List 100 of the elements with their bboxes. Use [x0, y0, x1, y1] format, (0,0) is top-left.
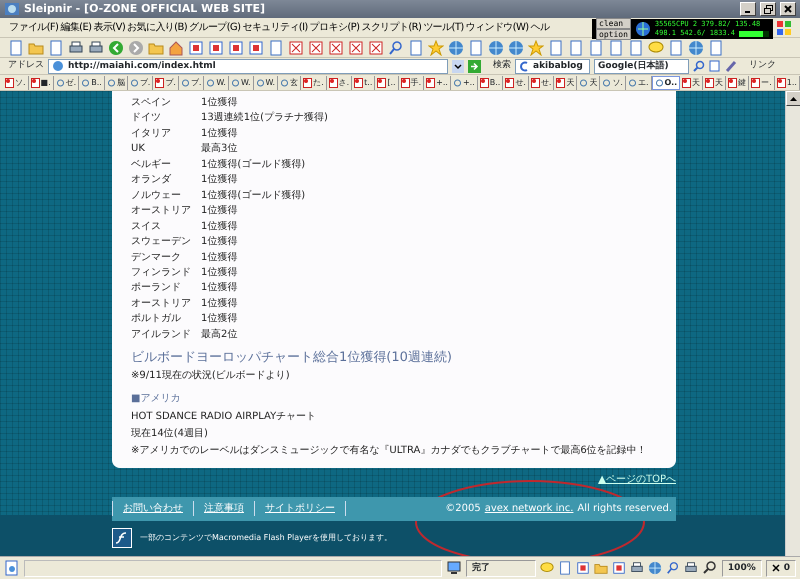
page-icon[interactable] [588, 40, 604, 56]
tab[interactable]: ■. [28, 76, 54, 90]
tab[interactable]: 1.. [774, 76, 800, 90]
scrollbar[interactable] [785, 91, 800, 556]
tab[interactable]: 天 [703, 76, 726, 90]
folder-icon[interactable] [594, 561, 608, 575]
page-square-icon[interactable] [248, 40, 264, 56]
search-icon[interactable] [388, 40, 404, 56]
tab[interactable]: 手. [398, 76, 424, 90]
tab[interactable]: 天 [680, 76, 704, 90]
status-note: ※9/11現在の状況(ビルボードより) [131, 368, 291, 383]
search-icon[interactable] [693, 60, 705, 72]
menu-item[interactable]: ウィンドウ(W) [464, 20, 530, 35]
search-icon[interactable] [666, 561, 680, 575]
tab[interactable]: ブ. [153, 76, 179, 90]
up-arrow-icon[interactable] [790, 96, 797, 100]
page-icon[interactable] [708, 40, 724, 56]
tab[interactable]: 天 [577, 76, 600, 90]
printer-icon[interactable] [684, 561, 698, 575]
country-name: デンマーク [131, 250, 182, 265]
page-icon[interactable] [468, 40, 484, 56]
window-icon[interactable] [348, 40, 364, 56]
page-icon[interactable] [268, 40, 284, 56]
menu-item[interactable]: セキュリティ(I) [241, 20, 309, 35]
page-icon[interactable] [568, 40, 584, 56]
tab[interactable]: せ. [528, 76, 554, 90]
page-icon[interactable] [408, 40, 424, 56]
tab[interactable]: B.. [478, 76, 504, 90]
tab[interactable]: ソ. [3, 76, 29, 90]
highlighter-icon[interactable] [725, 60, 737, 72]
zoom-level[interactable]: 100% [722, 560, 762, 576]
tab[interactable]: W. [254, 76, 278, 90]
menu-item[interactable]: ファイル(F) [8, 20, 60, 35]
window-icon[interactable] [368, 40, 384, 56]
page-icon[interactable] [668, 40, 684, 56]
star-icon[interactable] [528, 40, 544, 56]
minimize-button[interactable] [740, 2, 756, 16]
page-square-icon[interactable] [576, 561, 590, 575]
zoom-icon[interactable] [702, 560, 718, 576]
tab[interactable]: ソ. [600, 76, 626, 90]
tab[interactable]: ー. [749, 76, 775, 90]
page-icon [556, 78, 566, 88]
menu-item[interactable]: プロキシ(P) [308, 20, 360, 35]
country-name: ドイツ [131, 111, 162, 126]
chart-result: 1位獲得(ゴールド獲得) [201, 188, 306, 203]
tab[interactable]: ゼ. [54, 76, 80, 90]
page-square-icon[interactable] [188, 40, 204, 56]
go-arrow-icon[interactable] [468, 60, 481, 72]
address-field[interactable]: http://maiahi.com/index.html [48, 58, 448, 74]
country-name: ベルギー [131, 158, 172, 172]
window-icon[interactable] [308, 40, 324, 56]
globe-icon[interactable] [688, 40, 704, 56]
page-icon[interactable] [608, 40, 624, 56]
star-icon[interactable] [428, 40, 444, 56]
menu-item[interactable]: グループ(G) [188, 20, 242, 35]
tab[interactable]: 玄 [278, 76, 302, 90]
links-label[interactable]: リンク [749, 59, 776, 73]
page-icon[interactable] [628, 40, 644, 56]
menu-item[interactable]: ヘル [530, 20, 550, 35]
page-icon[interactable] [8, 40, 24, 56]
page-icon[interactable] [558, 561, 572, 575]
menu-item[interactable]: お気に入り(B) [126, 20, 188, 35]
tab[interactable]: [.. [375, 76, 399, 90]
page-icon[interactable] [548, 40, 564, 56]
tab[interactable]: 天 [554, 76, 578, 90]
printer-icon[interactable] [630, 561, 644, 575]
page-square-icon[interactable] [228, 40, 244, 56]
tab[interactable]: O.. [652, 76, 680, 90]
tab[interactable]: た. [301, 76, 327, 90]
menu-item[interactable]: スクリプト(R) [360, 20, 422, 35]
clean-button[interactable]: clean [596, 18, 631, 29]
globe-icon[interactable] [508, 40, 524, 56]
page-icon[interactable] [48, 40, 64, 56]
menu-item[interactable]: ツール(T) [422, 20, 465, 35]
tab[interactable]: W. [204, 76, 229, 90]
page-square-icon[interactable] [208, 40, 224, 56]
page-square-icon[interactable] [612, 561, 626, 575]
tab[interactable]: +.. [424, 76, 451, 90]
tab[interactable]: 鍵 [726, 76, 750, 90]
dropdown-icon[interactable] [452, 60, 464, 72]
menu-item[interactable]: 表示(V) [92, 20, 126, 35]
tab[interactable]: B.. [79, 76, 105, 90]
circle-icon [106, 78, 116, 88]
globe-icon[interactable] [488, 40, 504, 56]
close-button[interactable] [780, 2, 796, 16]
tab[interactable]: さ. [326, 76, 352, 90]
search-field[interactable]: akibablog [515, 58, 590, 74]
printer-icon[interactable] [68, 40, 84, 56]
page-top-link[interactable]: ▲ページのTOPへ [598, 472, 676, 487]
printer-icon[interactable] [88, 40, 104, 56]
option-button[interactable]: option [596, 29, 631, 40]
tab[interactable]: せ. [503, 76, 529, 90]
tab[interactable]: t.. [352, 76, 376, 90]
window-icon[interactable] [328, 40, 344, 56]
menu-item[interactable]: 編集(E) [59, 20, 92, 35]
find-page-icon[interactable] [709, 60, 721, 72]
window-icon[interactable] [288, 40, 304, 56]
chart-result: 1位獲得 [201, 126, 238, 141]
search-engine-dropdown[interactable]: Google(日本語) [594, 58, 689, 74]
restore-button[interactable] [760, 2, 776, 16]
